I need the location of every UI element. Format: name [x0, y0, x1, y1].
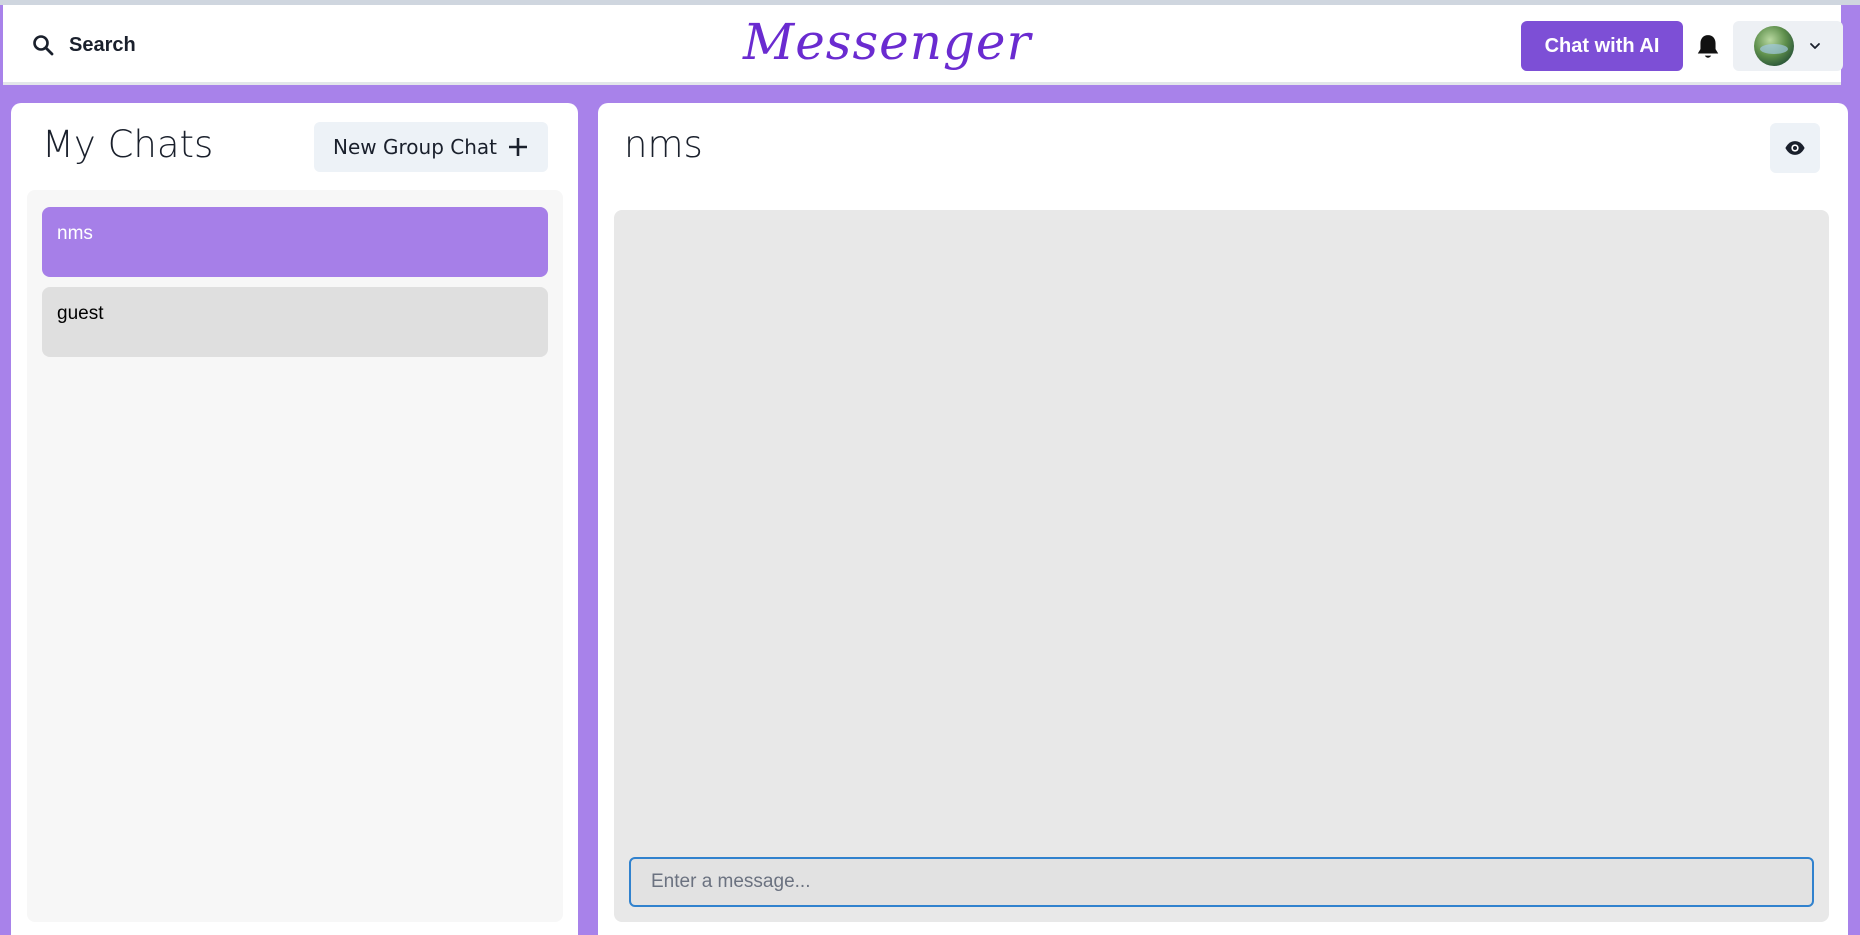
chat-list: nms guest [27, 190, 563, 922]
eye-icon [1785, 141, 1805, 155]
chat-with-ai-button[interactable]: Chat with AI [1521, 21, 1683, 71]
search-label: Search [69, 33, 136, 56]
app-logo: Messenger [743, 13, 1032, 71]
chat-panel: nms [598, 103, 1848, 935]
top-bar: Search Messenger Chat with AI [3, 5, 1843, 85]
new-group-chat-label: New Group Chat [333, 135, 497, 159]
chat-item-guest[interactable]: guest [42, 287, 548, 357]
profile-menu-button[interactable] [1733, 21, 1843, 71]
chat-title: nms [624, 123, 703, 166]
bell-icon[interactable] [1695, 33, 1721, 61]
message-input[interactable] [629, 857, 1814, 907]
search-icon [33, 35, 54, 56]
my-chats-panel: My Chats New Group Chat nms guest [11, 103, 578, 935]
my-chats-title: My Chats [42, 123, 214, 166]
plus-icon [508, 138, 527, 156]
avatar [1754, 26, 1794, 66]
new-group-chat-button[interactable]: New Group Chat [314, 122, 548, 172]
chat-item-label: guest [57, 303, 104, 324]
view-profile-button[interactable] [1770, 123, 1820, 173]
chat-item-label: nms [57, 223, 93, 244]
chevron-down-icon [1810, 43, 1820, 49]
messages-area [614, 210, 1829, 922]
chat-item-nms[interactable]: nms [42, 207, 548, 277]
search-button[interactable]: Search [31, 25, 161, 65]
